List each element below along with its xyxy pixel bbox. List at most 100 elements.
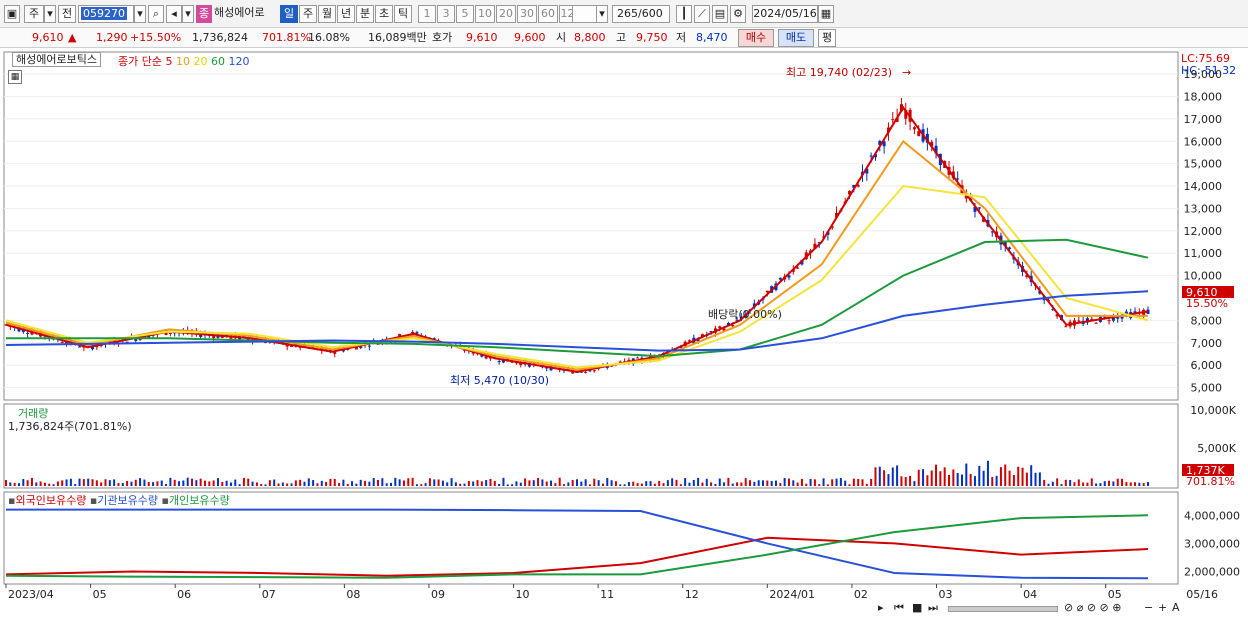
- volume-bar: [467, 481, 470, 486]
- volume-bar: [100, 482, 103, 486]
- zoom-in-icon[interactable]: +: [1158, 600, 1167, 616]
- chevron-down-icon[interactable]: ▾: [44, 5, 56, 23]
- stock-code-value: 059270: [81, 7, 127, 20]
- eval-button[interactable]: 평: [818, 29, 836, 47]
- volume-bar: [264, 484, 267, 486]
- interval-button-4[interactable]: 분: [356, 5, 374, 23]
- gear-icon[interactable]: ⚙: [730, 5, 746, 23]
- volume-bar: [113, 479, 116, 486]
- window-menu-icon[interactable]: ▣: [4, 5, 20, 23]
- volume-bar: [891, 467, 894, 486]
- minute-button-5[interactable]: 5: [456, 5, 474, 23]
- stock-code-input[interactable]: 059270: [78, 5, 134, 23]
- volume-bar: [679, 484, 682, 486]
- volume-bar: [17, 483, 20, 486]
- interval-button-2[interactable]: 월: [318, 5, 336, 23]
- foreign-holdings-label[interactable]: 외국인보유수량: [15, 494, 86, 507]
- scroll-right-icon[interactable]: ▸: [878, 600, 884, 616]
- institution-holdings-label[interactable]: 기관보유수량: [97, 494, 158, 507]
- minute-button-1[interactable]: 1: [418, 5, 436, 23]
- candle-body: [778, 277, 782, 280]
- turnover-value: 16.08%: [308, 31, 350, 44]
- stock-chart[interactable]: 19,00018,00017,00016,00015,00014,00013,0…: [0, 48, 1248, 621]
- minute-button-3[interactable]: 3: [437, 5, 455, 23]
- volume-bar: [952, 469, 955, 486]
- candle-body: [912, 127, 916, 130]
- price-tick-label: 8,000: [1191, 314, 1223, 327]
- chevron-down-icon[interactable]: ▾: [182, 5, 194, 23]
- auto-scale-icon[interactable]: A: [1172, 600, 1180, 616]
- candle-body: [869, 155, 873, 157]
- price-tick-label: 18,000: [1184, 91, 1223, 104]
- tool-icons[interactable]: ⊘ ⌀ ⊘ ⊘ ⊕: [1064, 600, 1121, 616]
- interval-button-5[interactable]: 초: [375, 5, 393, 23]
- volume-bar: [519, 482, 522, 486]
- stock-legend[interactable]: 해성에어로보틱스: [12, 52, 101, 67]
- volume-bar: [329, 478, 332, 486]
- period-label: 주: [28, 7, 40, 20]
- scrollbar[interactable]: [948, 606, 1058, 612]
- forward-icon[interactable]: ⏭: [928, 600, 938, 616]
- volume-bar: [930, 470, 933, 486]
- volume-bar: [541, 479, 544, 486]
- ask-price: 9,610: [466, 31, 498, 44]
- volume-bar: [606, 478, 609, 486]
- volume-bar: [515, 481, 518, 486]
- volume-bar: [182, 480, 185, 486]
- ma-legend[interactable]: 종가 단순 5 10 20 60 120: [118, 53, 249, 69]
- candle-body: [78, 346, 82, 348]
- individual-holdings-label[interactable]: 개인보유수량: [169, 494, 230, 507]
- volume-bar: [576, 479, 578, 486]
- price-tick-label: 16,000: [1184, 135, 1223, 148]
- zoom-out-icon[interactable]: −: [1144, 600, 1153, 616]
- volume-bar: [744, 478, 747, 486]
- candle-body: [977, 207, 981, 209]
- minute-button-60[interactable]: 60: [538, 5, 558, 23]
- sell-button[interactable]: 매도: [778, 29, 814, 47]
- interval-button-3[interactable]: 년: [337, 5, 355, 23]
- minute-button-30[interactable]: 30: [517, 5, 537, 23]
- interval-button-0[interactable]: 일: [280, 5, 298, 23]
- volume-bar: [238, 484, 241, 486]
- minute-button-10[interactable]: 10: [475, 5, 495, 23]
- volume-bar: [450, 478, 453, 486]
- toolbar: ▣ 주 ▾ 전 059270 ▾ ⌕ ◂ ▾ 종 해성에어로 일주월년분초틱 1…: [0, 0, 1248, 28]
- draw-line-icon[interactable]: ⟋: [694, 5, 710, 23]
- interval-button-1[interactable]: 주: [299, 5, 317, 23]
- candle-icon[interactable]: ┃: [676, 5, 692, 23]
- period-select[interactable]: 주: [24, 5, 44, 23]
- buy-button[interactable]: 매수: [738, 29, 774, 47]
- rewind-icon[interactable]: ⏮: [894, 600, 904, 616]
- chevron-down-icon[interactable]: ▾: [134, 5, 146, 23]
- volume-bar: [749, 480, 752, 486]
- volume-bar: [1082, 482, 1085, 486]
- calendar-icon[interactable]: ▦: [818, 5, 834, 23]
- count-field[interactable]: 265/600: [612, 5, 670, 23]
- chevron-down-icon[interactable]: ▾: [596, 5, 608, 23]
- volume-bar: [943, 467, 946, 486]
- candle-body: [168, 332, 172, 334]
- sound-icon[interactable]: ◂: [166, 5, 182, 23]
- search-icon[interactable]: ⌕: [148, 5, 164, 23]
- candle-body: [796, 267, 800, 269]
- x-axis-label: 05: [93, 588, 107, 601]
- volume-bar: [312, 480, 315, 486]
- interval-button-6[interactable]: 틱: [394, 5, 412, 23]
- volume-bar: [986, 460, 989, 486]
- volume-bar: [818, 484, 821, 486]
- volume-bar: [878, 466, 881, 486]
- volume-bar: [333, 478, 336, 486]
- save-icon[interactable]: ▤: [712, 5, 728, 23]
- stop-icon[interactable]: ■: [912, 600, 922, 616]
- checkbox-icon[interactable]: ▪: [162, 494, 169, 507]
- compare-button[interactable]: 전: [58, 5, 76, 23]
- volume-bar: [463, 483, 466, 486]
- date-field[interactable]: 2024/05/16: [752, 5, 818, 23]
- minute-button-20[interactable]: 20: [496, 5, 516, 23]
- volume-bar: [731, 483, 734, 486]
- table-icon[interactable]: ▦: [8, 70, 22, 84]
- volume-bar: [242, 477, 245, 486]
- volume-bar: [506, 484, 509, 486]
- volume-bar: [805, 483, 808, 486]
- volume-bar: [571, 479, 574, 486]
